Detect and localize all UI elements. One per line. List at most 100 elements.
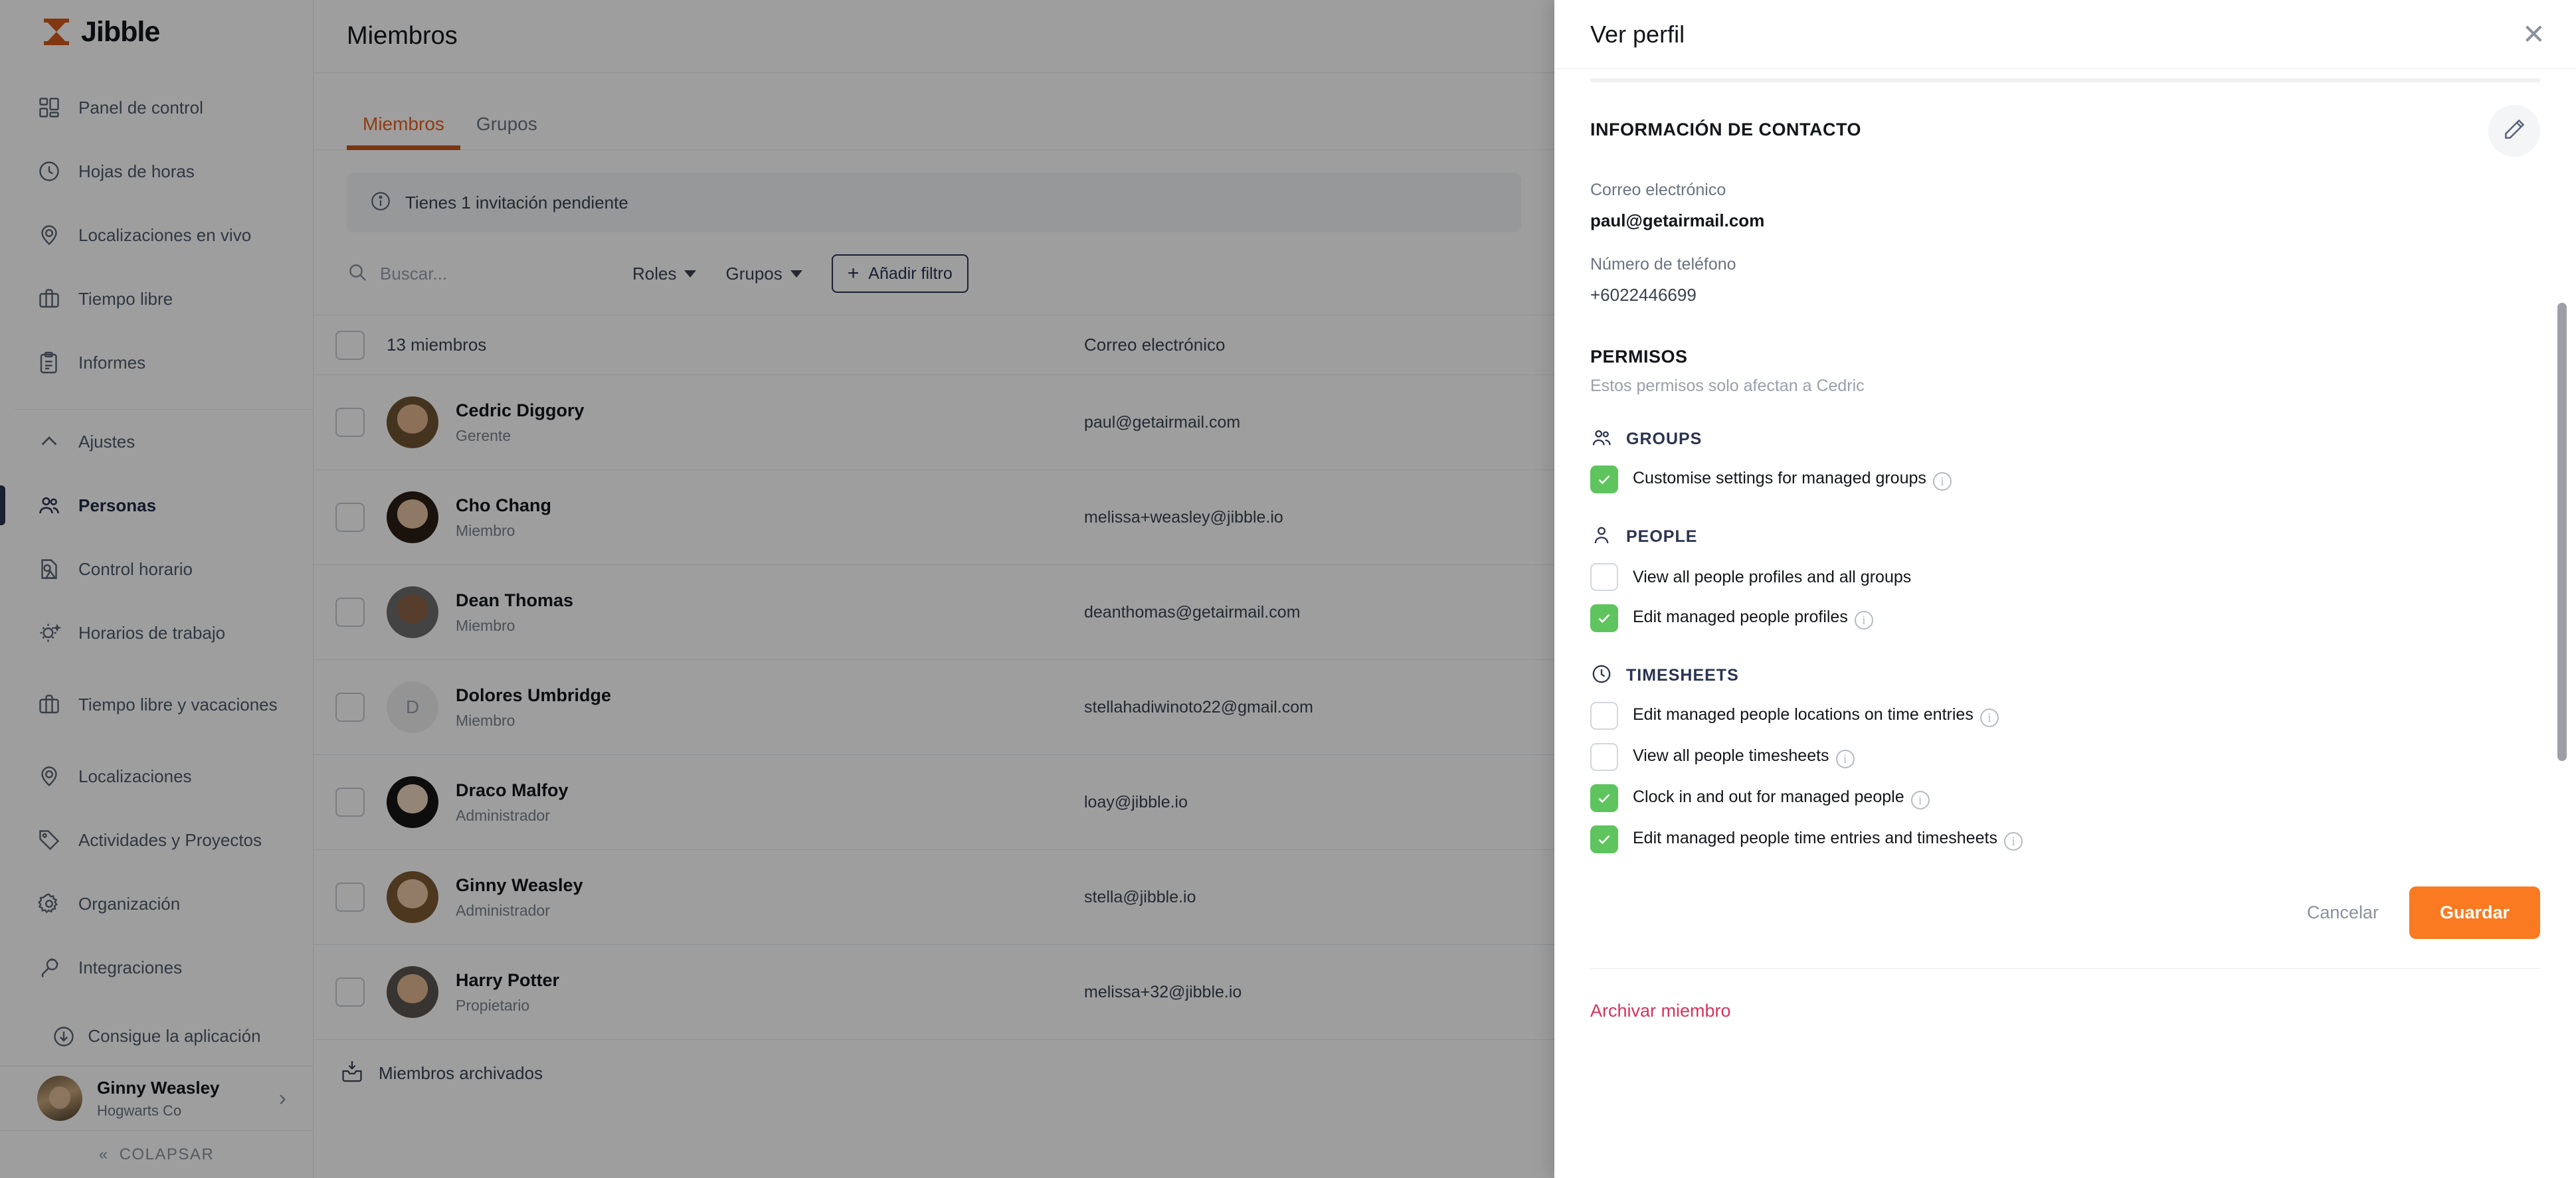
sidebar-item-horarios-de-trabajo[interactable]: Horarios de trabajo (0, 601, 313, 665)
table-row[interactable]: D Dolores Umbridge Miembro stellahadiwin… (314, 660, 1554, 755)
brand[interactable]: Jibble (0, 0, 313, 64)
tab-grupos[interactable]: Grupos (460, 114, 553, 149)
info-icon[interactable]: i (1835, 749, 1855, 768)
page-header: Miembros (314, 0, 1554, 73)
row-member: Dean Thomas Miembro (387, 586, 1084, 638)
collapse-label: COLAPSAR (119, 1145, 215, 1163)
archived-members-link[interactable]: Miembros archivados (314, 1040, 1554, 1106)
sidebar-item-organizacion[interactable]: Organización (0, 872, 313, 936)
row-member-role: Propietario (456, 996, 530, 1014)
table-row[interactable]: Harry Potter Propietario melissa+32@jibb… (314, 945, 1554, 1040)
collapse-sidebar-button[interactable]: « COLAPSAR (0, 1131, 313, 1178)
row-checkbox[interactable] (314, 977, 387, 1007)
row-member-name: Draco Malfoy (456, 780, 569, 800)
members-count-label: 13 miembros (387, 335, 487, 355)
sidebar-item-ajustes[interactable]: Ajustes (0, 410, 313, 473)
sidebar-group-primary: Panel de control Hojas de horas Localiza… (0, 76, 313, 402)
info-icon[interactable]: i (1910, 790, 1930, 809)
add-filter-button[interactable]: + Añadir filtro (831, 254, 968, 293)
plus-icon: + (847, 262, 860, 284)
checkbox-checked-icon[interactable] (1590, 825, 1618, 853)
row-member-meta: Cho Chang Miembro (456, 495, 551, 540)
table-row[interactable]: Ginny Weasley Administrador stella@jibbl… (314, 850, 1554, 945)
row-checkbox[interactable] (314, 503, 387, 532)
sidebar-item-label: Personas (78, 495, 157, 515)
column-header-email: Correo electrónico (1084, 335, 1226, 355)
info-icon[interactable]: i (1979, 708, 1999, 727)
sidebar-item-panel-de-control[interactable]: Panel de control (0, 76, 313, 139)
info-icon[interactable]: i (1854, 610, 1873, 630)
sidebar-item-label: Ajustes (78, 431, 136, 452)
sidebar-user-card[interactable]: Ginny Weasley Hogwarts Co › (0, 1066, 313, 1132)
avatar: D (387, 681, 438, 733)
permission-checkbox-row[interactable]: View all people profiles and all groups (1590, 563, 2540, 591)
sidebar-item-label: Informes (78, 352, 146, 373)
dashboard-icon (37, 96, 61, 120)
dimmed-backdrop[interactable]: Jibble Panel de control Hojas de horas L… (0, 0, 1554, 1178)
cancel-button[interactable]: Cancelar (2307, 902, 2379, 923)
permission-checkbox-row[interactable]: Edit managed people time entries and tim… (1590, 825, 2540, 853)
briefcase-icon (37, 287, 61, 311)
row-checkbox[interactable] (314, 408, 387, 437)
table-row[interactable]: Cedric Diggory Gerente paul@getairmail.c… (314, 375, 1554, 470)
permission-checkbox-row[interactable]: Clock in and out for managed people i (1590, 784, 2540, 812)
sidebar-item-label: Panel de control (78, 97, 203, 118)
sidebar-item-tiempo-libre[interactable]: Tiempo libre (0, 267, 313, 331)
sidebar-item-localizaciones-en-vivo[interactable]: Localizaciones en vivo (0, 203, 313, 267)
avatar (387, 586, 438, 638)
edit-contact-button[interactable] (2488, 105, 2540, 157)
contact-email-field: Correo electrónico paul@getairmail.com (1590, 181, 2540, 231)
sidebar-item-integraciones[interactable]: Integraciones (0, 936, 313, 999)
info-icon[interactable]: i (2003, 831, 2023, 851)
archive-member-link[interactable]: Archivar miembro (1590, 1001, 2540, 1021)
search-input[interactable]: Buscar... (347, 262, 632, 286)
checkbox-checked-icon[interactable] (1590, 784, 1618, 812)
checkbox-unchecked-icon[interactable] (1590, 563, 1618, 591)
sidebar-item-control-horario[interactable]: Control horario (0, 537, 313, 601)
permission-checkbox-row[interactable]: Customise settings for managed groups i (1590, 465, 2540, 493)
row-member-meta: Dean Thomas Miembro (456, 590, 573, 635)
sidebar-item-informes[interactable]: Informes (0, 331, 313, 394)
info-icon[interactable]: i (1932, 471, 1952, 491)
tab-miembros[interactable]: Miembros (347, 114, 460, 150)
table-row[interactable]: Draco Malfoy Administrador loay@jibble.i… (314, 755, 1554, 850)
contact-email-label: Correo electrónico (1590, 181, 1726, 199)
select-all-checkbox[interactable] (314, 330, 387, 360)
filter-roles[interactable]: Roles (632, 264, 697, 284)
row-checkbox[interactable] (314, 883, 387, 912)
time-control-icon (37, 557, 61, 581)
sidebar-item-localizaciones[interactable]: Localizaciones (0, 744, 313, 808)
close-icon[interactable]: ✕ (2522, 20, 2545, 48)
checkbox-checked-icon[interactable] (1590, 604, 1618, 632)
sidebar-item-tiempo-libre-y-vacaciones[interactable]: Tiempo libre y vacaciones (0, 665, 313, 744)
contact-phone-label: Número de teléfono (1590, 255, 1736, 274)
row-checkbox[interactable] (314, 598, 387, 627)
panel-scrollbar[interactable] (2557, 303, 2567, 761)
view-profile-panel: Ver perfil ✕ INFORMACIÓN DE CONTACTO Cor… (1554, 0, 2576, 1178)
checkbox-checked-icon[interactable] (1590, 465, 1618, 493)
row-member-meta: Ginny Weasley Administrador (456, 875, 583, 920)
checkbox-unchecked-icon[interactable] (1590, 743, 1618, 771)
row-member: Cedric Diggory Gerente (387, 396, 1084, 448)
save-button[interactable]: Guardar (2409, 886, 2540, 939)
pending-invitation-banner: Tienes 1 invitación pendiente (347, 173, 1521, 232)
filter-grupos[interactable]: Grupos (725, 264, 802, 284)
permission-checkbox-row[interactable]: Edit managed people profiles i (1590, 604, 2540, 632)
panel-body: INFORMACIÓN DE CONTACTO Correo electróni… (1554, 69, 2576, 1178)
sidebar-item-personas[interactable]: Personas (0, 473, 313, 537)
permission-checkbox-row[interactable]: View all people timesheets i (1590, 743, 2540, 771)
sidebar-item-actividades-y-proyectos[interactable]: Actividades y Proyectos (0, 808, 313, 872)
table-row[interactable]: Dean Thomas Miembro deanthomas@getairmai… (314, 565, 1554, 660)
sidebar-item-label: Control horario (78, 558, 193, 579)
row-checkbox[interactable] (314, 788, 387, 817)
row-member-role: Miembro (456, 711, 515, 729)
row-member-meta: Harry Potter Propietario (456, 970, 559, 1015)
permission-checkbox-row[interactable]: Edit managed people locations on time en… (1590, 702, 2540, 730)
get-app-label: Consigue la aplicación (88, 1026, 261, 1047)
row-checkbox[interactable] (314, 693, 387, 722)
get-app-button[interactable]: Consigue la aplicación (0, 1007, 313, 1066)
sidebar-item-hojas-de-horas[interactable]: Hojas de horas (0, 139, 313, 203)
checkbox-unchecked-icon[interactable] (1590, 702, 1618, 730)
table-row[interactable]: Cho Chang Miembro melissa+weasley@jibble… (314, 470, 1554, 565)
pencil-icon (2502, 117, 2527, 145)
